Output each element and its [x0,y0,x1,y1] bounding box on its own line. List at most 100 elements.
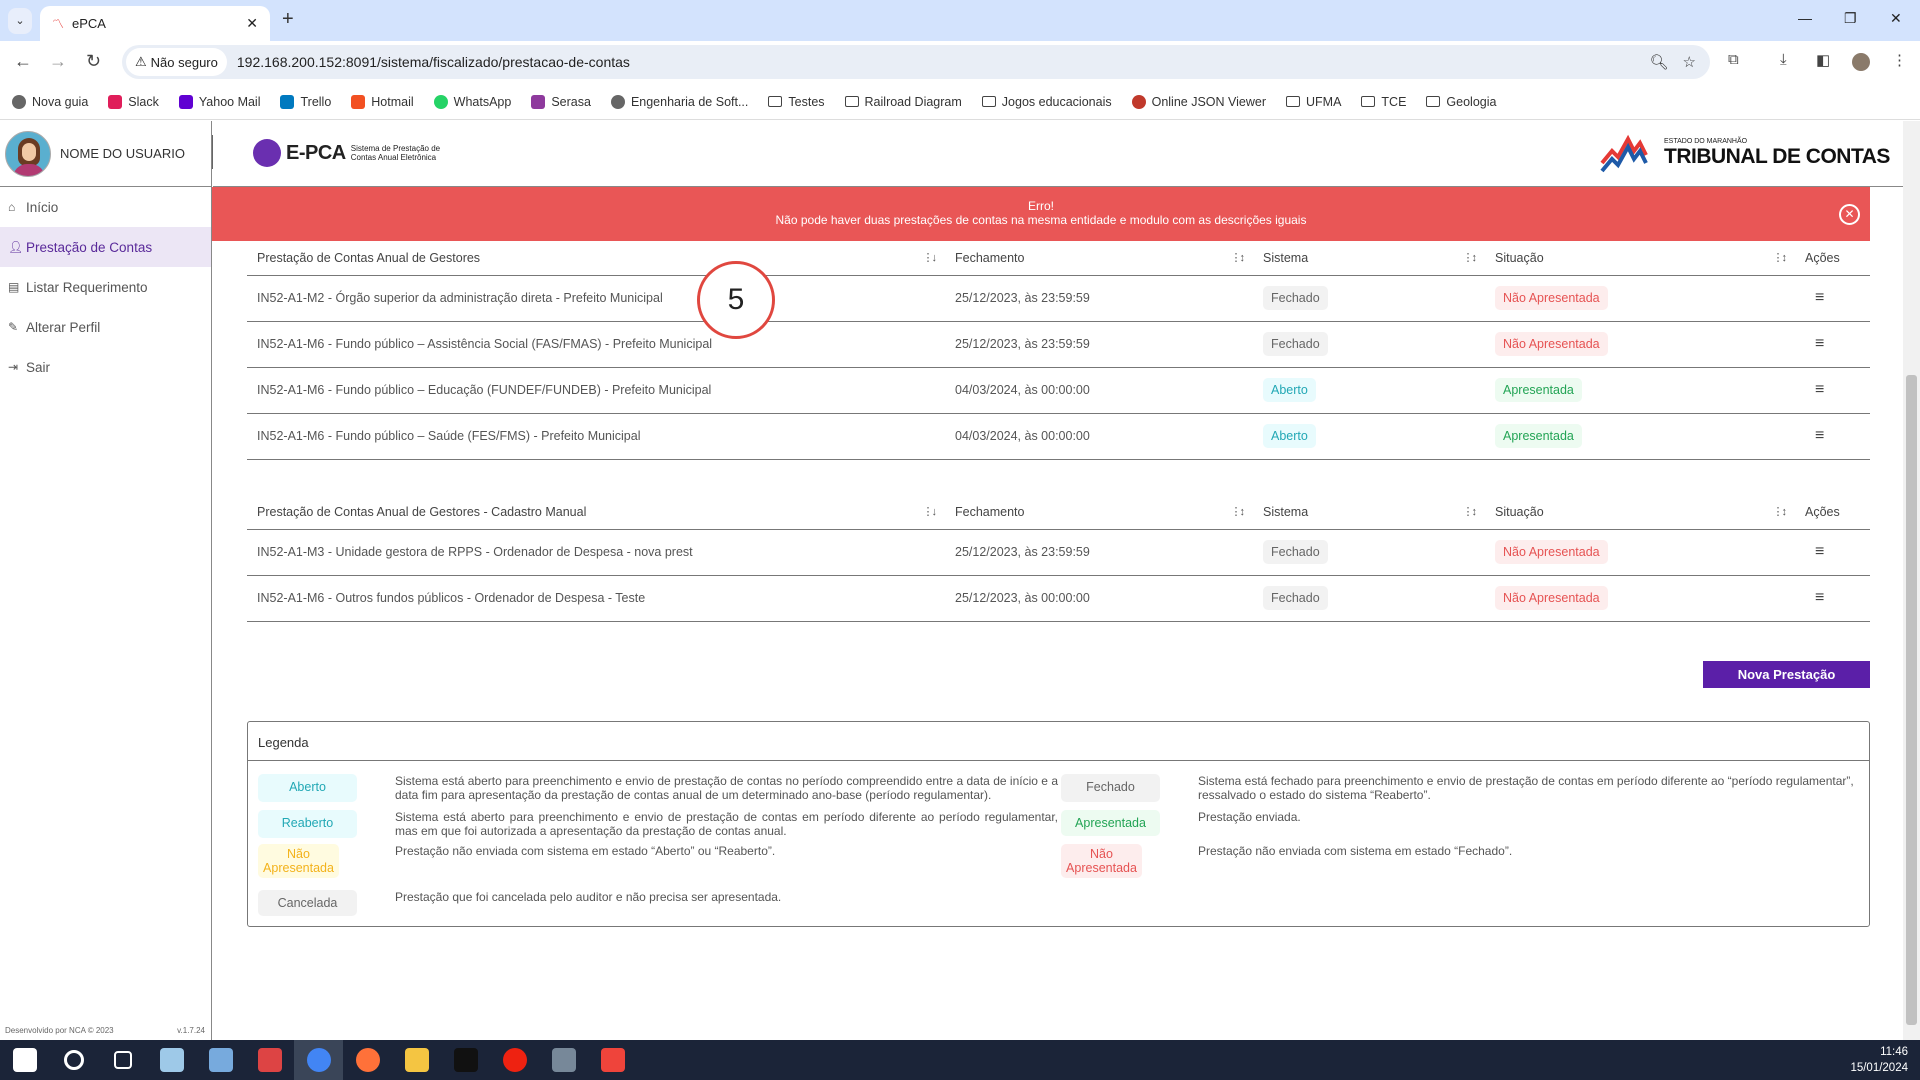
download-icon[interactable]: ⤓ [1780,51,1787,68]
anydesk-icon[interactable] [588,1040,637,1080]
close-window-icon[interactable]: ✕ [1890,10,1902,27]
sidebar-item-1[interactable]: 👤︎ Prestação de Contas [0,227,211,267]
nova-prestacao-button[interactable]: Nova Prestação [1703,661,1870,688]
file-explorer-icon[interactable] [392,1040,441,1080]
bookmark-item[interactable]: Slack [108,94,159,109]
actions-menu-icon[interactable]: ≡ [1805,427,1824,444]
bookmark-item[interactable]: Yahoo Mail [178,94,260,109]
bookmark-item[interactable]: Nova guia [12,94,88,109]
windows-start-icon[interactable] [0,1040,49,1080]
table-row: IN52-A1-M6 - Fundo público – Saúde (FES/… [247,413,1870,460]
sistema-badge: Fechado [1263,286,1328,310]
actions-menu-icon[interactable]: ≡ [1805,335,1824,352]
opera-icon[interactable] [490,1040,539,1080]
bookmark-item[interactable]: UFMA [1286,95,1341,109]
bookmark-item[interactable]: Jogos educacionais [981,95,1112,109]
close-tab-icon[interactable]: ✕ [246,15,258,32]
task-view-icon[interactable] [98,1040,147,1080]
bookmark-item[interactable]: Trello [280,94,331,109]
address-bar[interactable]: ⚠ Não seguro 192.168.200.152:8091/sistema… [122,45,1710,79]
sidebar-item-0[interactable]: ⌂ Início [0,187,211,227]
new-tab-button[interactable]: + [282,8,294,31]
actions-menu-icon[interactable]: ≡ [1805,381,1824,398]
sort-icon[interactable]: ⋮↕ [1231,251,1245,264]
actions-menu-icon[interactable]: ≡ [1805,589,1824,606]
sidebar-menu: ⌂ Início 👤︎ Prestação de Contas ▤ Listar Requ… [0,187,211,387]
column-header[interactable]: Sistema ⋮↕ [1253,241,1485,276]
tab-search-button[interactable]: ⌄ [8,8,32,34]
scrollbar-thumb[interactable] [1906,375,1917,1025]
bookmark-item[interactable]: WhatsApp [433,94,512,109]
table-header-row: Prestação de Contas Anual de Gestores ⋮↓ F… [247,241,1870,276]
search-icon[interactable] [49,1040,98,1080]
bookmark-item[interactable]: Testes [768,95,825,109]
security-indicator[interactable]: ⚠ Não seguro [126,48,227,76]
logout-icon: ⇥ [8,360,19,374]
sort-icon[interactable]: ⋮↕ [1773,251,1787,264]
bookmark-label: Slack [128,94,159,109]
column-header[interactable]: Situação ⋮↕ [1485,241,1795,276]
legend-badge: Reaberto [258,810,357,838]
calculator-icon[interactable] [539,1040,588,1080]
bookmark-item[interactable]: TCE [1361,95,1406,109]
restore-icon[interactable]: ❐ [1844,10,1857,27]
bookmark-item[interactable]: Online JSON Viewer [1131,94,1266,109]
column-label: Ações [1805,250,1840,265]
column-header[interactable]: Prestação de Contas Anual de Gestores ⋮↓ [247,241,945,276]
sort-icon[interactable]: ⋮↕ [1231,505,1245,518]
footer: Desenvolvido por NCA © 2023 v.1.7.24 [5,1026,205,1035]
bookmark-label: WhatsApp [453,94,512,109]
column-header[interactable]: Sistema ⋮↕ [1253,495,1485,530]
firefox-icon[interactable] [343,1040,392,1080]
back-icon[interactable]: ← [14,51,32,72]
notepad-icon[interactable] [147,1040,196,1080]
legend-description: Prestação enviada. [1198,810,1301,824]
sort-icon[interactable]: ⋮↕ [1463,251,1477,264]
bookmark-item[interactable]: Railroad Diagram [844,95,962,109]
browser-tab[interactable]: 〽 ePCA ✕ [40,6,270,41]
sort-icon[interactable]: ⋮↕ [1773,505,1787,518]
column-header[interactable]: Prestação de Contas Anual de Gestores - … [247,495,945,530]
bookmark-star-icon[interactable]: ☆ [1683,53,1696,71]
actions-menu-icon[interactable]: ≡ [1805,289,1824,306]
sort-icon[interactable]: ⋮↓ [923,505,937,518]
clock[interactable]: 11:46 15/01/2024 [1850,1044,1908,1076]
extensions-icon[interactable]: ⧉ [1728,51,1739,68]
forward-icon[interactable]: → [49,51,67,72]
bookmark-label: Hotmail [371,94,414,109]
terminal-icon[interactable] [441,1040,490,1080]
taskbar: 11:46 15/01/2024 [0,1040,1920,1080]
sort-icon[interactable]: ⋮↓ [923,251,937,264]
menu-kebab-icon[interactable]: ⋮ [1892,51,1907,69]
minimize-icon[interactable]: — [1798,10,1812,26]
close-error-icon[interactable]: ✕ [1839,204,1860,225]
bookmark-favicon-icon [1131,94,1146,109]
actions-menu-icon[interactable]: ≡ [1805,543,1824,560]
sidebar-item-3[interactable]: ✎ Alterar Perfil [0,307,211,347]
profile-avatar[interactable] [1852,53,1870,71]
legend-description: Sistema está aberto para preenchimento e… [395,810,1058,838]
sistema-badge: Fechado [1263,586,1328,610]
legend-item: Reaberto Sistema está aberto para preench… [258,810,1058,838]
column-header[interactable]: Situação ⋮↕ [1485,495,1795,530]
reload-icon[interactable]: ↻ [86,51,101,72]
snipping-tool-icon[interactable] [245,1040,294,1080]
bookmark-item[interactable]: Hotmail [351,94,414,109]
sidebar-item-2[interactable]: ▤ Listar Requerimento [0,267,211,307]
app-icon[interactable] [196,1040,245,1080]
bookmark-label: Online JSON Viewer [1151,94,1266,109]
folder-icon [981,96,996,107]
bookmark-item[interactable]: Geologia [1426,95,1496,109]
chrome-icon[interactable] [294,1040,343,1080]
url-text[interactable]: 192.168.200.152:8091/sistema/fiscalizado… [237,54,630,70]
bookmark-item[interactable]: Serasa [531,94,591,109]
sidebar-item-4[interactable]: ⇥ Sair [0,347,211,387]
column-header[interactable]: Fechamento ⋮↕ [945,241,1253,276]
tce-chart-logo-icon [1600,134,1648,173]
situacao-badge: Não Apresentada [1495,586,1608,610]
side-panel-icon[interactable]: ◧ [1816,51,1830,69]
zoom-icon[interactable]: 🔍︎ [1650,53,1669,71]
bookmark-item[interactable]: Engenharia de Soft... [610,94,748,109]
column-header[interactable]: Fechamento ⋮↕ [945,495,1253,530]
sort-icon[interactable]: ⋮↕ [1463,505,1477,518]
